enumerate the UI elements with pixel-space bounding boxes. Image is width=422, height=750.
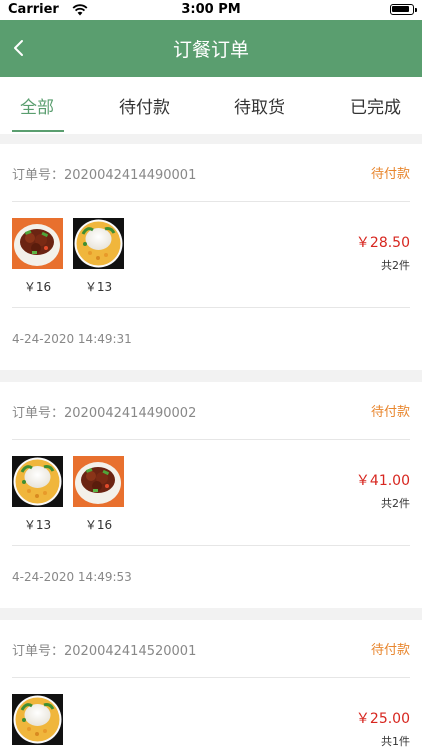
braised-pork-rice-image <box>73 456 124 507</box>
order-status: 待付款 <box>370 643 410 658</box>
order-card[interactable]: 订单号：2020042414490001 待付款 ￥16 ￥13 ￥28.50 … <box>0 144 422 370</box>
item-count: 共2件 <box>381 497 410 510</box>
order-number: 订单号：2020042414520001 <box>12 644 197 659</box>
egg-rice-image <box>73 218 124 269</box>
item-price: ￥16 <box>84 518 113 532</box>
order-number: 订单号：2020042414490001 <box>12 168 197 183</box>
order-items: ￥16 ￥13 ￥28.50 共2件 <box>12 202 410 308</box>
egg-rice-image <box>12 694 63 745</box>
braised-pork-rice-image <box>12 218 63 269</box>
egg-rice-image <box>12 456 63 507</box>
order-total: ￥41.00 <box>355 473 410 489</box>
order-header: 订单号：2020042414520001 待付款 <box>12 620 410 678</box>
order-card[interactable]: 订单号：2020042414490002 待付款 ￥13 ￥16 ￥41.00 … <box>0 382 422 608</box>
order-status: 待付款 <box>370 167 410 182</box>
tab-pending-payment[interactable]: 待付款 <box>119 93 170 118</box>
battery-icon <box>390 4 417 15</box>
order-date: 4-24-2020 14:49:53 <box>12 570 132 584</box>
item-count: 共1件 <box>381 735 410 748</box>
active-tab-indicator <box>12 130 64 132</box>
item-price: ￥16 <box>23 280 52 294</box>
order-items: ￥25.00 共1件 <box>12 678 410 750</box>
order-item: ￥16 <box>73 456 124 533</box>
tab-all[interactable]: 全部 <box>20 93 54 118</box>
order-items: ￥13 ￥16 ￥41.00 共2件 <box>12 440 410 546</box>
item-price: ￥13 <box>84 280 113 294</box>
status-bar: Carrier 3:00 PM <box>0 0 422 20</box>
order-header: 订单号：2020042414490001 待付款 <box>12 144 410 202</box>
navigation-bar: 订餐订单 <box>0 20 422 77</box>
item-count: 共2件 <box>381 259 410 272</box>
order-item: ￥16 <box>12 218 63 295</box>
order-total: ￥25.00 <box>355 711 410 727</box>
order-number: 订单号：2020042414490002 <box>12 406 197 421</box>
clock: 3:00 PM <box>181 2 241 17</box>
order-total: ￥28.50 <box>355 235 410 251</box>
order-header: 订单号：2020042414490002 待付款 <box>12 382 410 440</box>
tab-pending-pickup[interactable]: 待取货 <box>234 93 285 118</box>
order-item: ￥13 <box>73 218 124 295</box>
order-item <box>12 694 63 749</box>
order-status: 待付款 <box>370 405 410 420</box>
order-item: ￥13 <box>12 456 63 533</box>
order-date: 4-24-2020 14:49:31 <box>12 332 132 346</box>
page-title: 订餐订单 <box>172 39 249 61</box>
order-tabs: 全部 待付款 待取货 已完成 <box>0 77 422 134</box>
tab-completed[interactable]: 已完成 <box>350 93 401 118</box>
order-card[interactable]: 订单号：2020042414520001 待付款 ￥25.00 共1件 <box>0 620 422 750</box>
item-price: ￥13 <box>23 518 52 532</box>
